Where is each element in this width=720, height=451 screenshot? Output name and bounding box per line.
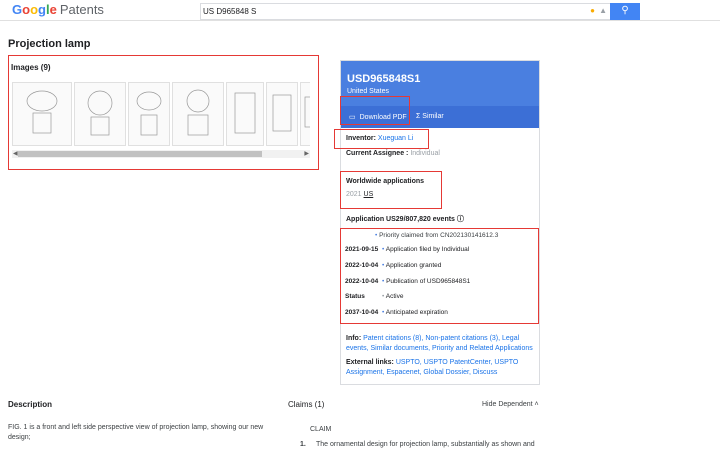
chevron-up-icon: ˄ xyxy=(534,401,539,408)
claim-number: 1. xyxy=(300,441,306,448)
event-dot: • xyxy=(382,278,385,285)
event-row: 2021-09-15 • Application filed by Individ… xyxy=(345,246,470,253)
top-bar: GooglePatents ● ▲ ⚲ xyxy=(0,0,720,21)
search-button[interactable]: ⚲ xyxy=(610,3,640,20)
download-pdf-label: Download PDF xyxy=(359,113,407,121)
page-title: Projection lamp xyxy=(8,38,91,50)
description-text: FIG. 1 is a front and left side perspect… xyxy=(8,424,264,441)
download-pdf-button[interactable]: ▭ Download PDF xyxy=(349,113,407,122)
scroll-left-icon[interactable]: ◀ xyxy=(13,150,18,158)
search-box[interactable]: ● ▲ xyxy=(200,3,612,20)
event-row: 2022-10-04 • Application granted xyxy=(345,262,442,269)
patent-drawing-thumb[interactable] xyxy=(172,82,224,146)
event-dot: • xyxy=(382,309,385,316)
google-patents-logo[interactable]: Google Patents xyxy=(12,3,104,17)
pdf-icon: ▭ xyxy=(349,114,356,121)
carousel-scrollbar[interactable]: ◀ ▶ xyxy=(12,150,310,158)
info-links: Info: Patent citations (8), Non-patent c… xyxy=(346,335,533,352)
event-dot: • xyxy=(382,293,385,300)
scholar-icon[interactable]: ▲ xyxy=(599,6,607,15)
logo-patents: Patents xyxy=(59,2,104,17)
patent-drawing-thumb[interactable] xyxy=(74,82,126,146)
logo-google: Google xyxy=(12,2,57,17)
worldwide-us-link[interactable]: US xyxy=(364,191,374,198)
claim-text: The ornamental design for projection lam… xyxy=(316,441,535,448)
assignee-row: Current Assignee : Individual xyxy=(346,150,440,157)
search-input[interactable] xyxy=(203,4,583,18)
inventor-row: Inventor: Xueguan Li xyxy=(346,135,414,142)
inventor-link[interactable]: Xueguan Li xyxy=(378,135,413,142)
card-header: USD965848S1 United States ▭ Download PDF … xyxy=(341,61,539,128)
worldwide-label: Worldwide applications xyxy=(346,178,425,185)
event-row: 2022-10-04 • Publication of USD965848S1 xyxy=(345,278,471,285)
patent-drawing-thumb[interactable] xyxy=(300,82,310,146)
patent-drawing-thumb[interactable] xyxy=(266,82,298,146)
patent-drawing-thumb[interactable] xyxy=(128,82,170,146)
card-actions: ▭ Download PDF Σ Similar xyxy=(341,106,539,128)
external-links: External links: USPTO, USPTO PatentCente… xyxy=(346,359,519,376)
event-dot: • xyxy=(382,262,385,269)
worldwide-row: 2021 US xyxy=(346,191,374,198)
sigma-icon: Σ xyxy=(416,113,421,120)
patent-country: United States xyxy=(347,88,390,95)
search-icon: ⚲ xyxy=(621,5,629,16)
application-events-heading: Application US29/807,820 events ⓘ xyxy=(346,216,464,223)
images-label: Images (9) xyxy=(11,63,51,72)
patent-number: USD965848S1 xyxy=(347,73,421,85)
similar-label: Similar xyxy=(422,113,444,120)
scroll-right-icon[interactable]: ▶ xyxy=(304,150,309,158)
similar-button[interactable]: Σ Similar xyxy=(416,113,444,120)
event-dot: • xyxy=(382,246,385,253)
event-row: 2037-10-04 • Anticipated expiration xyxy=(345,309,448,316)
patent-drawing-thumb[interactable] xyxy=(12,82,72,146)
claims-heading: Claims (1) xyxy=(288,400,325,409)
patent-drawing-thumb[interactable] xyxy=(226,82,264,146)
hide-dependent-toggle[interactable]: Hide Dependent ˄ xyxy=(482,401,539,408)
event-dot: • xyxy=(375,232,378,239)
event-row: Status • Active xyxy=(345,293,404,300)
claim-label: CLAIM xyxy=(310,426,332,433)
event-row: • Priority claimed from CN202130141612.3 xyxy=(375,232,499,239)
description-heading: Description xyxy=(8,400,53,409)
scrollbar-thumb[interactable] xyxy=(18,151,262,157)
lightbulb-icon[interactable]: ● xyxy=(590,6,595,15)
image-carousel[interactable] xyxy=(12,80,310,147)
help-icon[interactable]: ⓘ xyxy=(457,216,464,223)
